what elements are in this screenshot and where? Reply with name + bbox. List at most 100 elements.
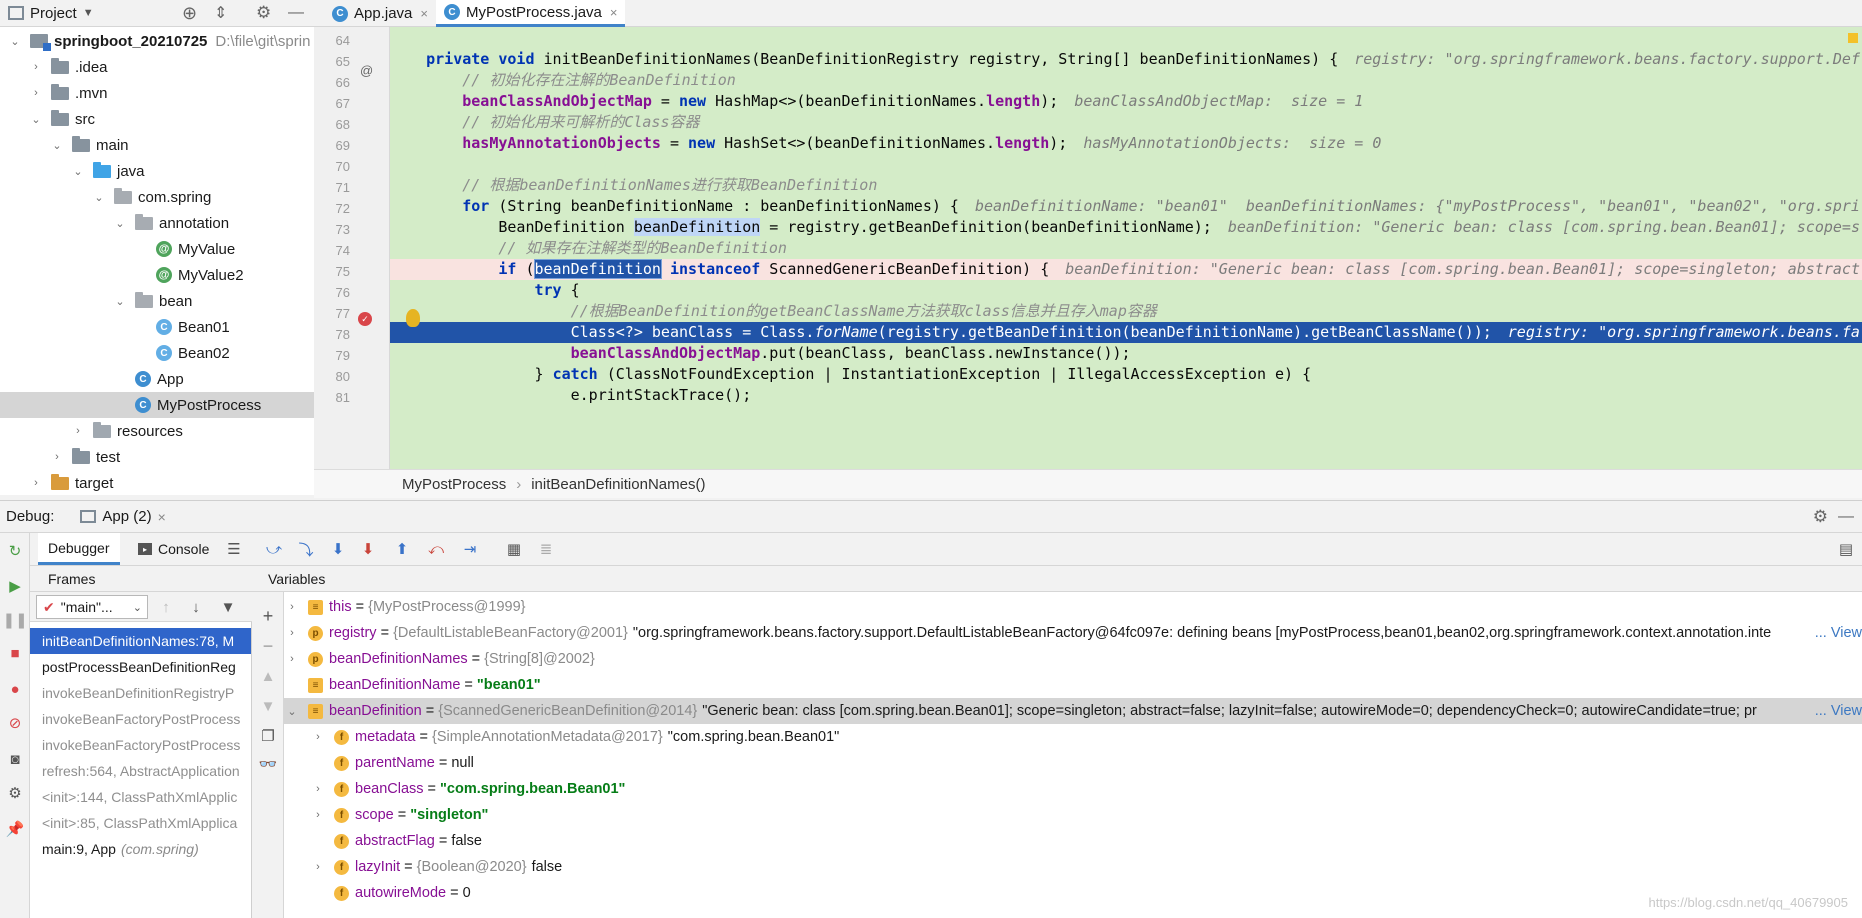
tab-app-java[interactable]: C App.java × [324, 0, 436, 27]
arrow-up-icon[interactable]: ↑ [156, 597, 176, 617]
tree-item[interactable]: › test [0, 444, 314, 470]
editor-gutter[interactable]: 64 65 66 67 68 69 70 71 72 73 74 75 76 77 78 79 80 81 [314, 27, 390, 469]
tree-item[interactable]: @ MyValue [0, 236, 314, 262]
pause-icon[interactable]: ❚❚ [2, 610, 27, 630]
frame-item[interactable]: <init>:85, ClassPathXmlApplica [30, 810, 251, 836]
chevron-down-icon[interactable]: ⌄ [92, 191, 106, 204]
frame-item[interactable]: initBeanDefinitionNames:78, M [30, 628, 251, 654]
tree-item[interactable]: ⌄ com.spring [0, 184, 314, 210]
code-line[interactable]: e.printStackTrace(); [390, 385, 1862, 406]
mute-breakpoints-icon[interactable]: ⊘ [5, 713, 25, 733]
chevron-right-icon[interactable]: › [284, 601, 300, 613]
tree-item[interactable]: ⌄ annotation [0, 210, 314, 236]
show-execution-point-icon[interactable]: ⤻ [264, 539, 284, 559]
chevron-right-icon[interactable]: › [310, 731, 326, 743]
variable-row[interactable]: › ≡ this = {MyPostProcess@1999} [284, 594, 1862, 620]
frame-item[interactable]: invokeBeanDefinitionRegistryP [30, 680, 251, 706]
chevron-down-icon[interactable]: ⌄ [284, 705, 300, 718]
frame-item[interactable]: refresh:564, AbstractApplication [30, 758, 251, 784]
chevron-right-icon[interactable]: › [284, 653, 300, 665]
settings-icon[interactable]: ⚙ [5, 783, 25, 803]
variable-row[interactable]: › p beanDefinitionNames = {String[8]@2002} [284, 646, 1862, 672]
tab-debugger[interactable]: Debugger [38, 533, 120, 565]
code-line[interactable]: Class<?> beanClass = Class.forName(regis… [390, 322, 1862, 343]
add-watch-icon[interactable]: + [258, 606, 278, 626]
code-line[interactable]: // 根据beanDefinitionNames进行获取BeanDefiniti… [390, 175, 1862, 196]
view-link[interactable]: ... View [1810, 703, 1862, 719]
filter-icon[interactable]: ▼ [218, 597, 238, 617]
code-line[interactable]: BeanDefinition beanDefinition = registry… [390, 217, 1862, 238]
collapse-all-icon[interactable]: ⇕ [214, 3, 227, 23]
override-marker-icon[interactable]: @ [360, 63, 373, 78]
variable-row[interactable]: f abstractFlag = false [284, 828, 1862, 854]
glasses-icon[interactable]: 👓 [258, 754, 278, 774]
chevron-down-icon[interactable]: ⌄ [8, 35, 22, 48]
move-up-icon[interactable]: ▲ [258, 666, 278, 686]
tree-item[interactable]: ⌄ main [0, 132, 314, 158]
code-line[interactable]: } catch (ClassNotFoundException | Instan… [390, 364, 1862, 385]
code-line[interactable]: beanClassAndObjectMap = new HashMap<>(be… [390, 91, 1862, 112]
lightbulb-icon[interactable] [406, 309, 420, 327]
locate-file-icon[interactable]: ⊕ [182, 3, 197, 24]
variable-row[interactable]: ≡ beanDefinitionName = "bean01" [284, 672, 1862, 698]
chevron-right-icon[interactable]: › [310, 809, 326, 821]
chevron-right-icon[interactable]: › [71, 425, 85, 437]
breadcrumb-method[interactable]: initBeanDefinitionNames() [531, 476, 705, 493]
close-icon[interactable]: × [420, 6, 428, 21]
chevron-right-icon[interactable]: › [310, 861, 326, 873]
variable-row[interactable]: f autowireMode = 0 [284, 880, 1862, 906]
code-line[interactable]: // 初始化存在注解的BeanDefinition [390, 70, 1862, 91]
view-breakpoints-icon[interactable]: ● [5, 679, 25, 699]
force-step-into-icon[interactable]: ⬇ [358, 539, 378, 559]
layout-icon[interactable]: ▤ [1836, 539, 1856, 559]
chevron-right-icon[interactable]: › [29, 87, 43, 99]
code-line[interactable] [390, 154, 1862, 175]
tree-item[interactable]: C App [0, 366, 314, 392]
rerun-icon[interactable]: ↻ [5, 541, 25, 561]
drop-frame-icon[interactable]: ⤺ [426, 539, 446, 559]
tree-item[interactable]: ⌄ bean [0, 288, 314, 314]
chevron-right-icon[interactable]: › [29, 477, 43, 489]
variable-row[interactable]: › f lazyInit = {Boolean@2020} false [284, 854, 1862, 880]
frame-item[interactable]: postProcessBeanDefinitionReg [30, 654, 251, 680]
gear-icon[interactable]: ⚙ [1813, 507, 1828, 527]
menu-icon[interactable]: ☰ [224, 539, 244, 559]
thread-selector[interactable]: ✔ "main"... ⌄ [36, 595, 148, 619]
tab-mypostprocess-java[interactable]: C MyPostProcess.java × [436, 0, 626, 27]
tree-item[interactable]: ⌄ java [0, 158, 314, 184]
tree-item[interactable]: ⌄ springboot_20210725 D:\file\git\sprin [0, 28, 314, 54]
stop-icon[interactable]: ■ [5, 643, 25, 663]
variable-row[interactable]: › p registry = {DefaultListableBeanFactory… [284, 620, 1862, 646]
step-out-icon[interactable]: ⬆ [392, 539, 412, 559]
variable-row[interactable]: › f metadata = {SimpleAnnotationMetadata@2… [284, 724, 1862, 750]
code-line[interactable]: beanClassAndObjectMap.put(beanClass, bea… [390, 343, 1862, 364]
frame-item[interactable]: main:9, App (com.spring) [30, 836, 251, 862]
chevron-right-icon[interactable]: › [310, 783, 326, 795]
tree-item[interactable]: C Bean01 [0, 314, 314, 340]
chevron-down-icon[interactable]: ▼ [83, 7, 94, 19]
view-link[interactable]: ... View [1810, 625, 1862, 641]
minimize-icon[interactable]: — [288, 4, 304, 22]
breakpoint-icon[interactable]: ✓ [358, 312, 372, 326]
chevron-down-icon[interactable]: ⌄ [29, 113, 43, 126]
tree-item[interactable]: C Bean02 [0, 340, 314, 366]
debug-session-tab[interactable]: App (2) [102, 508, 151, 525]
project-title[interactable]: Project [30, 5, 77, 22]
frame-item[interactable]: <init>:144, ClassPathXmlApplic [30, 784, 251, 810]
frame-item[interactable]: invokeBeanFactoryPostProcess [30, 706, 251, 732]
code-line[interactable]: hasMyAnnotationObjects = new HashSet<>(b… [390, 133, 1862, 154]
code-editor[interactable]: private void initBeanDefinitionNames(Bea… [390, 27, 1862, 469]
code-line[interactable]: // 如果存在注解类型的BeanDefinition [390, 238, 1862, 259]
trace-icon[interactable]: ≣ [536, 539, 556, 559]
variable-row[interactable]: ⌄ ≡ beanDefinition = {ScannedGenericBeanDe… [284, 698, 1862, 724]
chevron-right-icon[interactable]: › [284, 627, 300, 639]
tree-item[interactable]: @ MyValue2 [0, 262, 314, 288]
variable-row[interactable]: › f beanClass = "com.spring.bean.Bean01" [284, 776, 1862, 802]
resume-icon[interactable]: ▶ [5, 576, 25, 596]
copy-icon[interactable]: ❐ [258, 726, 278, 746]
chevron-down-icon[interactable]: ⌄ [113, 217, 127, 230]
code-line[interactable]: //根据BeanDefinition的getBeanClassName方法获取c… [390, 301, 1862, 322]
chevron-down-icon[interactable]: ⌄ [50, 139, 64, 152]
chevron-right-icon[interactable]: › [50, 451, 64, 463]
tree-item[interactable]: › resources [0, 418, 314, 444]
